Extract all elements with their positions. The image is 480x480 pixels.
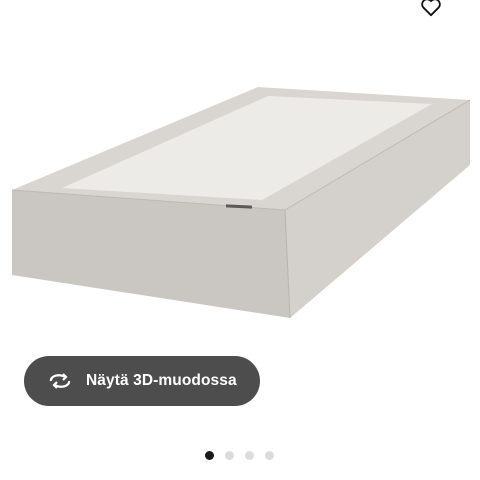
carousel-dot-4[interactable] (265, 451, 274, 460)
carousel-dots (205, 451, 274, 460)
carousel-dot-2[interactable] (225, 451, 234, 460)
carousel-dot-1[interactable] (205, 451, 214, 460)
carousel-dot-3[interactable] (245, 451, 254, 460)
heart-icon (421, 0, 441, 17)
favorite-button[interactable] (416, 0, 446, 22)
rotate-icon (46, 371, 74, 391)
view-3d-label: Näytä 3D-muodossa (86, 372, 237, 389)
product-image (0, 0, 480, 340)
mattress-base-image (11, 87, 471, 319)
view-3d-button[interactable]: Näytä 3D-muodossa (24, 356, 260, 406)
